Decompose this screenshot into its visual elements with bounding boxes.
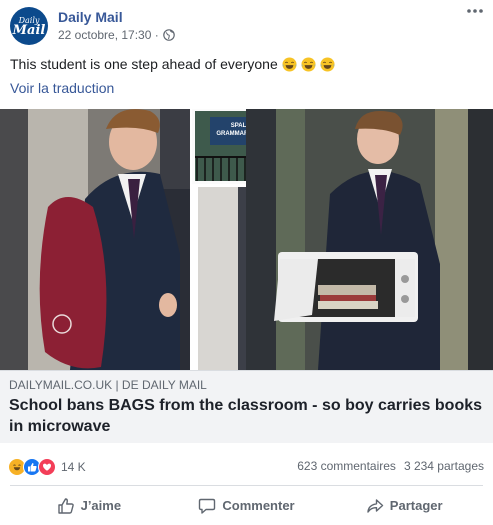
comment-label: Commenter [222, 498, 295, 513]
reaction-count: 14 K [61, 460, 86, 474]
post-timestamp[interactable]: 22 octobre, 17:30 · [58, 28, 159, 42]
laughing-tears-emoji [301, 56, 316, 72]
share-count-link[interactable]: 3 234 partages [404, 459, 484, 473]
link-title[interactable]: School bans BAGS from the classroom - so… [9, 395, 484, 437]
laughing-tears-emoji [282, 56, 297, 72]
comment-count-link[interactable]: 623 commentaires [297, 459, 396, 473]
action-bar: J’aime Commenter Partager [10, 486, 483, 525]
comment-icon [199, 498, 216, 514]
share-label: Partager [389, 498, 443, 513]
page-name-link[interactable]: Daily Mail [58, 9, 123, 25]
boy-with-microwave-photo [246, 109, 493, 370]
reactions-summary[interactable]: 14 K [8, 458, 86, 476]
love-reaction-icon [38, 458, 56, 476]
like-button[interactable]: J’aime [10, 486, 168, 525]
laughing-tears-emoji [320, 56, 335, 72]
link-separator: | DE [112, 378, 142, 392]
share-icon [367, 498, 383, 513]
link-preview[interactable]: DAILYMAIL.CO.UK | DE DAILY MAIL School b… [0, 370, 493, 443]
globe-icon[interactable] [162, 29, 175, 41]
link-domain-text: DAILYMAIL.CO.UK [9, 378, 113, 392]
comment-button[interactable]: Commenter [168, 486, 326, 525]
engagement-counts: 623 commentaires 3 234 partages [297, 459, 484, 473]
more-options-icon[interactable] [465, 7, 485, 21]
page-avatar[interactable]: Daily Mail [10, 7, 48, 45]
link-source: DAILY MAIL [141, 378, 207, 392]
link-preview-image[interactable]: SPALDING GRAMMAR SCHOOL [0, 109, 493, 370]
see-translation-link[interactable]: Voir la traduction [10, 80, 114, 96]
link-domain: DAILYMAIL.CO.UK | DE DAILY MAIL [9, 378, 207, 392]
avatar-logo-line2: Mail [12, 23, 46, 38]
post-meta: 22 octobre, 17:30 · [58, 28, 175, 42]
post-text: This student is one step ahead of everyo… [10, 55, 335, 73]
like-label: J’aime [80, 498, 122, 513]
photo-collage: SPALDING GRAMMAR SCHOOL [0, 109, 493, 370]
post-header: Daily Mail Daily Mail 22 octobre, 17:30 … [10, 7, 493, 47]
share-button[interactable]: Partager [325, 486, 483, 525]
thumbs-up-icon [57, 497, 74, 514]
post-message: This student is one step ahead of everyo… [10, 56, 278, 72]
post-stats: 14 K 623 commentaires 3 234 partages [0, 442, 493, 484]
